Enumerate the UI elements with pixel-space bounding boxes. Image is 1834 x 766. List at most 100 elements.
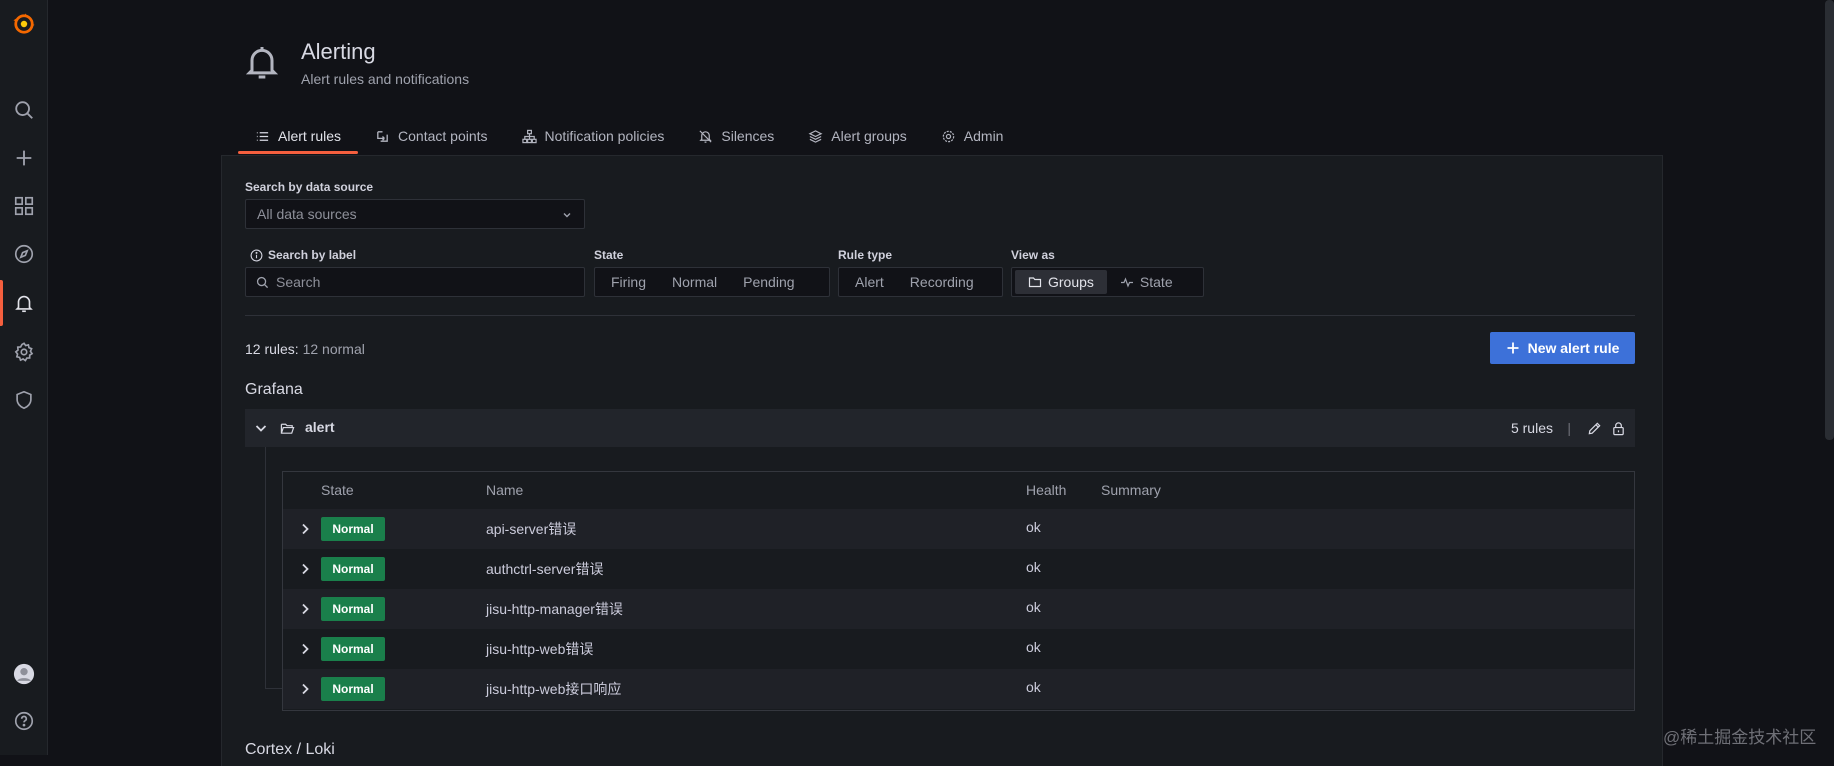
- chevron-down-icon[interactable]: [253, 420, 269, 436]
- cog-icon: [942, 130, 955, 142]
- search-placeholder: Search: [276, 274, 321, 290]
- lock-icon[interactable]: [1611, 421, 1626, 436]
- tab-bar: Alert rules Contact points Notification …: [238, 118, 1020, 154]
- tab-silences[interactable]: Silences: [681, 118, 791, 154]
- tab-label: Alert groups: [831, 128, 907, 144]
- comment-alt-share-icon: [377, 130, 388, 142]
- namespace-title-cortex-loki: Cortex / Loki: [245, 741, 335, 758]
- table-row: Normal jisu-http-web错误 ok: [283, 629, 1634, 669]
- rule-group-name: alert: [305, 419, 335, 435]
- tab-notification-policies[interactable]: Notification policies: [505, 118, 682, 154]
- table-row: Normal jisu-http-web接口响应 ok: [283, 669, 1634, 709]
- datasource-select[interactable]: All data sources: [245, 199, 585, 229]
- view-as-state-option[interactable]: State: [1107, 270, 1186, 294]
- chevron-right-icon[interactable]: [297, 641, 313, 657]
- column-header-health[interactable]: Health: [1026, 482, 1066, 498]
- server-admin-shield-icon[interactable]: [0, 386, 47, 414]
- tab-admin[interactable]: Admin: [924, 118, 1021, 154]
- rule-name: jisu-http-web错误: [486, 641, 594, 657]
- rule-health: ok: [1026, 519, 1041, 535]
- datasource-filter-label: Search by data source: [245, 180, 374, 194]
- rules-table: State Name Health Summary Normal api-ser…: [282, 471, 1635, 711]
- tab-label: Alert rules: [278, 128, 342, 144]
- column-header-state[interactable]: State: [321, 482, 354, 498]
- dashboards-icon[interactable]: [0, 192, 47, 220]
- datasource-select-value: All data sources: [257, 206, 357, 222]
- rule-name: authctrl-server错误: [486, 561, 604, 577]
- state-badge: Normal: [321, 517, 385, 541]
- watermark: @稀土掘金技术社区: [1663, 728, 1817, 747]
- rule-health: ok: [1026, 559, 1041, 575]
- tree-connector: [265, 447, 266, 689]
- search-icon[interactable]: [0, 96, 47, 124]
- filter-divider: [245, 315, 1635, 316]
- rule-health: ok: [1026, 679, 1041, 695]
- tree-connector-tick: [265, 688, 283, 689]
- plus-icon[interactable]: [0, 144, 47, 172]
- column-header-name[interactable]: Name: [486, 482, 523, 498]
- page-subtitle: Alert rules and notifications: [301, 71, 470, 87]
- chevron-right-icon[interactable]: [297, 601, 313, 617]
- alerting-bell-icon[interactable]: [0, 289, 47, 317]
- search-icon: [256, 276, 269, 289]
- configuration-gear-icon[interactable]: [0, 338, 47, 366]
- user-avatar-icon[interactable]: [0, 660, 47, 688]
- grafana-logo-icon[interactable]: [0, 10, 47, 38]
- view-as-groups-option[interactable]: Groups: [1015, 270, 1107, 294]
- rule-group-count: 5 rules: [1510, 420, 1553, 436]
- sidebar-nav: [0, 0, 48, 755]
- label-search-input[interactable]: Search: [245, 267, 585, 297]
- view-as-groups-label: Groups: [1048, 274, 1094, 290]
- tab-alert-groups[interactable]: Alert groups: [791, 118, 923, 154]
- page-scrollbar[interactable]: [1825, 0, 1834, 440]
- rule-name: jisu-http-web接口响应: [486, 681, 622, 697]
- page-title: Alerting: [301, 39, 376, 64]
- sitemap-icon: [521, 129, 537, 143]
- tab-alert-rules[interactable]: Alert rules: [238, 118, 359, 154]
- tab-label: Silences: [721, 128, 775, 144]
- view-as-state-label: State: [1139, 274, 1173, 290]
- state-option-pending[interactable]: Pending: [730, 270, 807, 294]
- table-row: Normal jisu-http-manager错误 ok: [283, 589, 1634, 629]
- tab-label: Notification policies: [544, 128, 665, 144]
- info-circle-icon[interactable]: [250, 249, 263, 262]
- state-badge: Normal: [321, 597, 385, 621]
- state-option-normal[interactable]: Normal: [659, 270, 730, 294]
- new-alert-rule-label: New alert rule: [1527, 340, 1620, 356]
- rule-type-option-alert[interactable]: Alert: [842, 270, 897, 294]
- rule-health: ok: [1026, 599, 1041, 615]
- folder-open-icon: [280, 423, 295, 434]
- rule-type-option-recording[interactable]: Recording: [897, 270, 987, 294]
- rule-name: api-server错误: [486, 521, 577, 537]
- view-as-label: View as: [1011, 248, 1055, 262]
- new-alert-rule-button[interactable]: New alert rule: [1490, 332, 1635, 364]
- label-search-label: Search by label: [250, 248, 356, 262]
- state-option-firing[interactable]: Firing: [598, 270, 659, 294]
- rule-health: ok: [1026, 639, 1041, 655]
- state-badge: Normal: [321, 557, 385, 581]
- tab-label: Admin: [963, 128, 1004, 144]
- chevron-right-icon[interactable]: [297, 561, 313, 577]
- layer-group-icon: [808, 129, 823, 143]
- table-row: Normal authctrl-server错误 ok: [283, 549, 1634, 589]
- pen-icon[interactable]: [1587, 421, 1602, 436]
- rule-type-radio-group: Alert Recording: [838, 267, 1003, 297]
- state-filter-label: State: [594, 248, 624, 262]
- chevron-right-icon[interactable]: [297, 521, 313, 537]
- rules-summary: 12 rules: 12 normal: [245, 341, 365, 357]
- chevron-down-icon: [563, 213, 571, 218]
- help-icon[interactable]: [0, 707, 47, 735]
- folder-icon: [1028, 277, 1042, 288]
- chevron-right-icon[interactable]: [297, 681, 313, 697]
- rules-status: 12 normal: [302, 341, 365, 357]
- rules-count: 12 rules:: [245, 341, 299, 357]
- bell-slash-icon: [699, 129, 713, 143]
- bell-icon: [245, 47, 279, 79]
- tab-contact-points[interactable]: Contact points: [358, 118, 505, 154]
- plus-icon: [1507, 342, 1519, 354]
- rule-type-filter-label: Rule type: [838, 248, 893, 262]
- rule-group-separator: |: [1567, 420, 1571, 436]
- column-header-summary[interactable]: Summary: [1101, 482, 1161, 498]
- view-as-radio-group: Groups State: [1011, 267, 1204, 297]
- explore-compass-icon[interactable]: [0, 240, 47, 268]
